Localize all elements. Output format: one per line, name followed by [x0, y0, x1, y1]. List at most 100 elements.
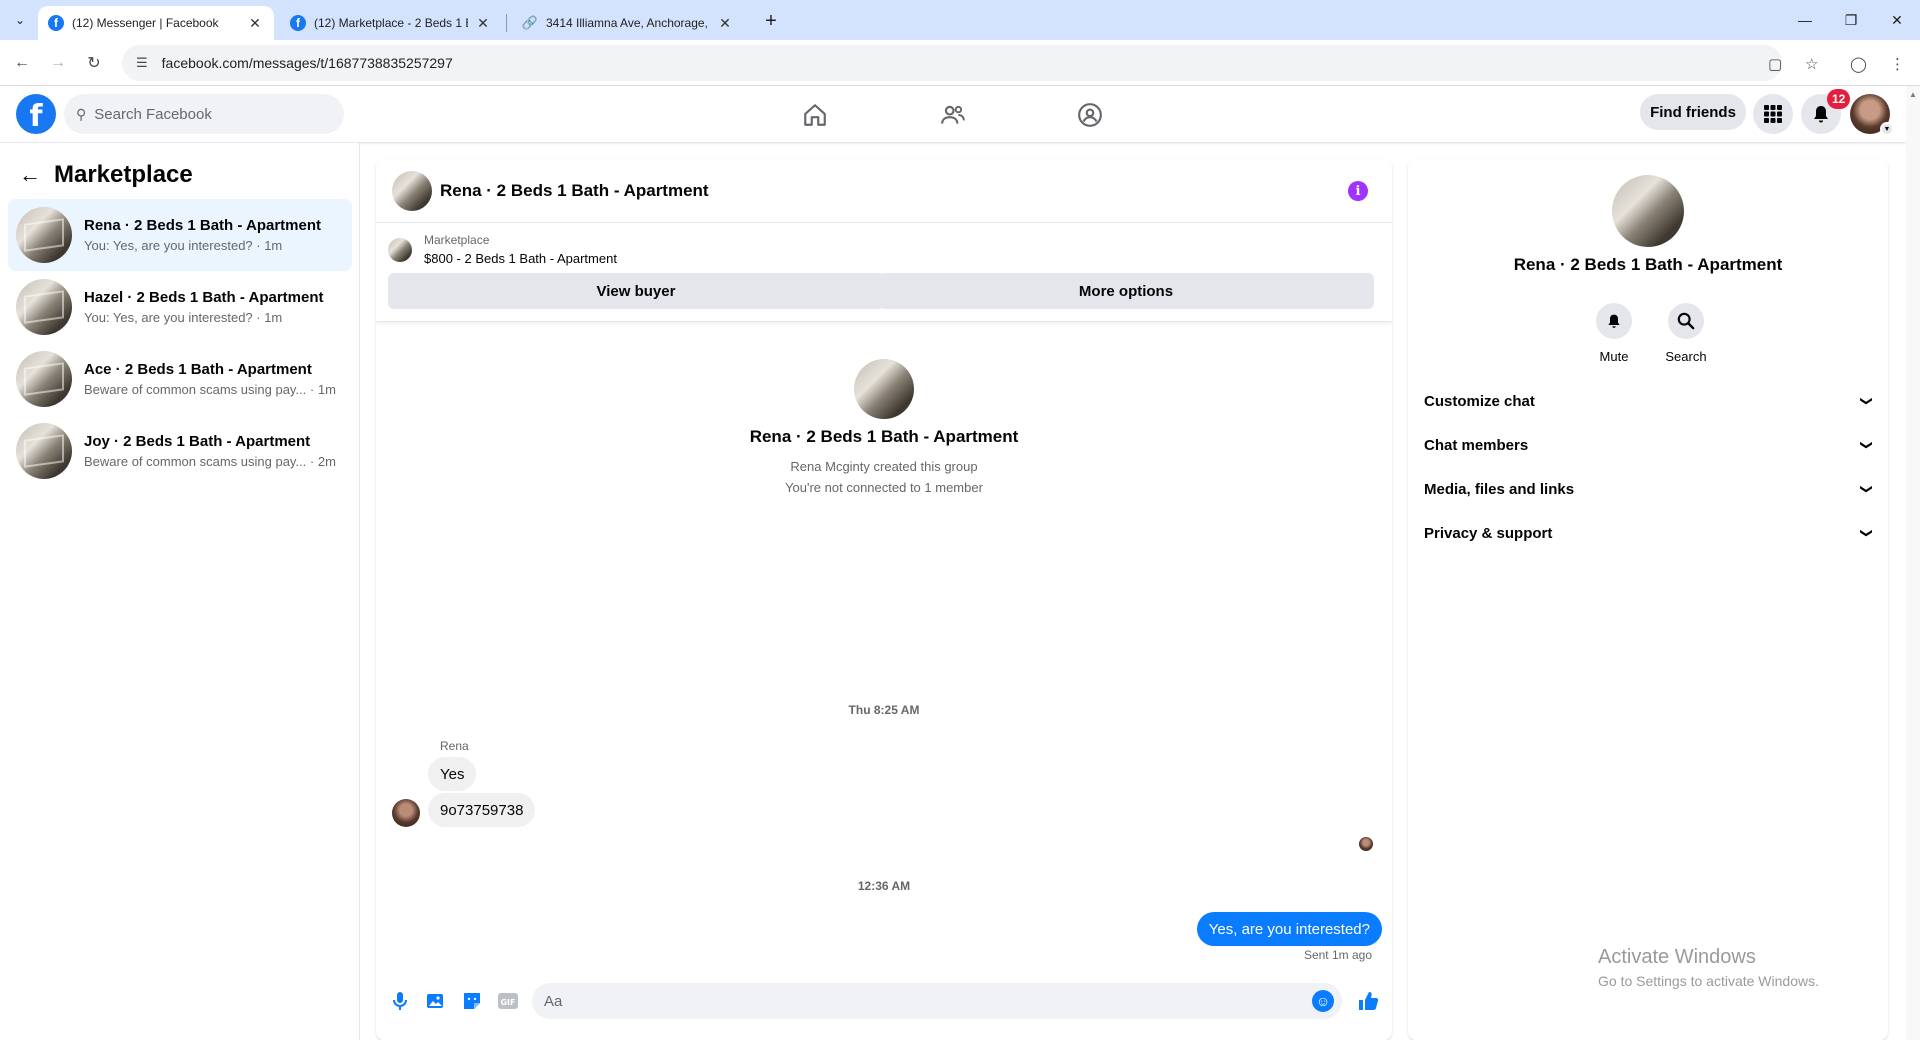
chat-avatar[interactable] [392, 170, 432, 211]
conversation-item[interactable]: Rena · 2 Beds 1 Bath - Apartment You: Ye… [8, 199, 352, 271]
notification-badge: 12 [1827, 89, 1851, 109]
menu-kebab-icon[interactable]: ⋮ [1890, 55, 1905, 73]
close-icon[interactable]: ✕ [246, 14, 264, 32]
install-app-icon[interactable]: ▢ [1768, 55, 1782, 73]
address-bar: ← → ↻ ☰ facebook.com/messages/t/16877388… [0, 40, 1920, 86]
restore-button[interactable]: ❐ [1828, 0, 1874, 40]
message-input[interactable] [544, 992, 1284, 1010]
chat-header: Rena · 2 Beds 1 Bath - Apartment i [376, 159, 1392, 223]
message-input-box[interactable]: ☺ [532, 983, 1342, 1019]
tab-messenger[interactable]: f (12) Messenger | Facebook ✕ [38, 6, 274, 40]
minimize-button[interactable]: — [1782, 0, 1828, 40]
section-label: Customize chat [1424, 392, 1535, 410]
find-friends-button[interactable]: Find friends [1640, 94, 1746, 130]
privacy-support-row[interactable]: Privacy & support ❯ [1416, 511, 1880, 555]
menu-grid-button[interactable] [1753, 94, 1793, 134]
chevron-down-icon: ❯ [1859, 483, 1874, 495]
facebook-search[interactable]: ⚲ [64, 94, 344, 134]
group-avatar [854, 359, 914, 419]
outgoing-message[interactable]: Yes, are you interested? [1196, 912, 1382, 946]
search-icon[interactable] [1668, 303, 1704, 339]
bell-icon[interactable] [1596, 303, 1632, 339]
microphone-icon[interactable] [388, 989, 412, 1013]
facebook-header: f ⚲ Find friends 12 ▼ [0, 86, 1906, 143]
groups-nav-button[interactable] [1035, 92, 1145, 138]
conversation-preview: Beware of common scams using pay... · 1m [84, 382, 336, 397]
bookmark-star-icon[interactable]: ☆ [1805, 55, 1818, 73]
url-text[interactable]: facebook.com/messages/t/1687738835257297 [162, 55, 453, 71]
home-nav-button[interactable] [760, 92, 870, 138]
group-name: Rena · 2 Beds 1 Bath - Apartment [749, 427, 1019, 446]
conversation-name: Ace · 2 Beds 1 Bath - Apartment [84, 361, 312, 378]
close-icon[interactable]: ✕ [716, 14, 734, 32]
marketplace-sidebar: ← Marketplace Rena · 2 Beds 1 Bath - Apa… [0, 143, 360, 1040]
listing-thumbnail [16, 423, 72, 479]
chevron-down-icon: ❯ [1859, 439, 1874, 451]
profile-icon[interactable]: ◯ [1850, 55, 1867, 73]
reload-icon[interactable]: ↻ [80, 49, 108, 77]
new-tab-button[interactable]: + [758, 8, 784, 34]
friends-icon [941, 105, 965, 124]
read-receipt-avatar [1359, 837, 1373, 851]
friends-nav-button[interactable] [898, 92, 1008, 138]
info-icon[interactable]: i [1348, 181, 1368, 201]
bell-icon [1814, 106, 1828, 123]
message-timestamp: 12:36 AM [857, 879, 911, 893]
forward-icon[interactable]: → [44, 49, 72, 77]
listing-thumbnail [16, 351, 72, 407]
media-files-links-row[interactable]: Media, files and links ❯ [1416, 467, 1880, 511]
back-arrow-icon[interactable]: ← [12, 157, 48, 193]
message-timestamp: Thu 8:25 AM [848, 703, 920, 717]
facebook-icon: f [290, 15, 306, 31]
tab-title: 3414 Illiamna Ave, Anchorage, / [546, 16, 710, 30]
browser-tab-bar: ⌄ f (12) Messenger | Facebook ✕ f (12) M… [0, 0, 1920, 40]
chat-title[interactable]: Rena · 2 Beds 1 Bath - Apartment [440, 181, 709, 201]
group-created-text: Rena Mcginty created this group [790, 459, 978, 474]
conversation-item[interactable]: Hazel · 2 Beds 1 Bath - Apartment You: Y… [8, 271, 352, 343]
incoming-message[interactable]: 9o73759738 [428, 793, 536, 827]
section-label: Media, files and links [1424, 480, 1575, 498]
site-info-icon[interactable]: ☰ [136, 55, 148, 71]
mute-action[interactable]: Mute [1584, 303, 1644, 364]
tab-search-dropdown-icon[interactable]: ⌄ [8, 8, 32, 32]
close-icon[interactable]: ✕ [474, 14, 492, 32]
chat-members-row[interactable]: Chat members ❯ [1416, 423, 1880, 467]
view-buyer-button[interactable]: View buyer [388, 273, 884, 309]
gif-icon[interactable]: GIF [496, 989, 520, 1013]
message-composer: GIF ☺ [376, 971, 1392, 1031]
page-scrollbar[interactable]: ▲ [1906, 86, 1920, 1040]
conversation-item[interactable]: Ace · 2 Beds 1 Bath - Apartment Beware o… [8, 343, 352, 415]
thumbs-up-icon[interactable] [1356, 989, 1380, 1013]
sticker-icon[interactable] [460, 989, 484, 1013]
search-input[interactable] [94, 105, 315, 123]
sidebar-title: Marketplace [54, 161, 193, 188]
sidebar-header: ← Marketplace [12, 157, 193, 193]
sent-status: Sent 1m ago [1303, 948, 1372, 962]
chat-info-avatar [1612, 175, 1684, 247]
grid-icon [1764, 105, 1782, 123]
back-icon[interactable]: ← [8, 49, 36, 77]
customize-chat-row[interactable]: Customize chat ❯ [1416, 379, 1880, 423]
watermark-subtitle: Go to Settings to activate Windows. [1598, 973, 1819, 989]
search-action[interactable]: Search [1656, 303, 1716, 364]
more-options-button[interactable]: More options [878, 273, 1374, 309]
account-avatar[interactable]: ▼ [1850, 94, 1894, 136]
listing-thumbnail[interactable] [388, 238, 412, 262]
facebook-logo-icon[interactable]: f [16, 94, 56, 134]
incoming-message[interactable]: Yes [428, 757, 477, 791]
tab-address[interactable]: 🔗 3414 Illiamna Ave, Anchorage, / ✕ [512, 6, 744, 40]
tab-title: (12) Messenger | Facebook [72, 16, 219, 30]
sender-avatar[interactable] [392, 799, 420, 827]
omnibox[interactable]: ☰ facebook.com/messages/t/16877388352572… [122, 45, 1782, 81]
scroll-up-icon[interactable]: ▲ [1909, 90, 1917, 99]
photo-icon[interactable] [424, 989, 448, 1013]
watermark-title: Activate Windows [1598, 946, 1756, 968]
conversation-name: Joy · 2 Beds 1 Bath - Apartment [84, 433, 311, 450]
conversation-item[interactable]: Joy · 2 Beds 1 Bath - Apartment Beware o… [8, 415, 352, 487]
sender-name: Rena [440, 739, 469, 753]
listing-title[interactable]: $800 - 2 Beds 1 Bath - Apartment [424, 251, 617, 266]
tab-marketplace[interactable]: f (12) Marketplace - 2 Beds 1 Bat ✕ [280, 6, 502, 40]
chevron-down-icon: ❯ [1859, 395, 1874, 407]
emoji-icon[interactable]: ☺ [1312, 990, 1334, 1012]
window-close-button[interactable]: ✕ [1874, 0, 1920, 40]
